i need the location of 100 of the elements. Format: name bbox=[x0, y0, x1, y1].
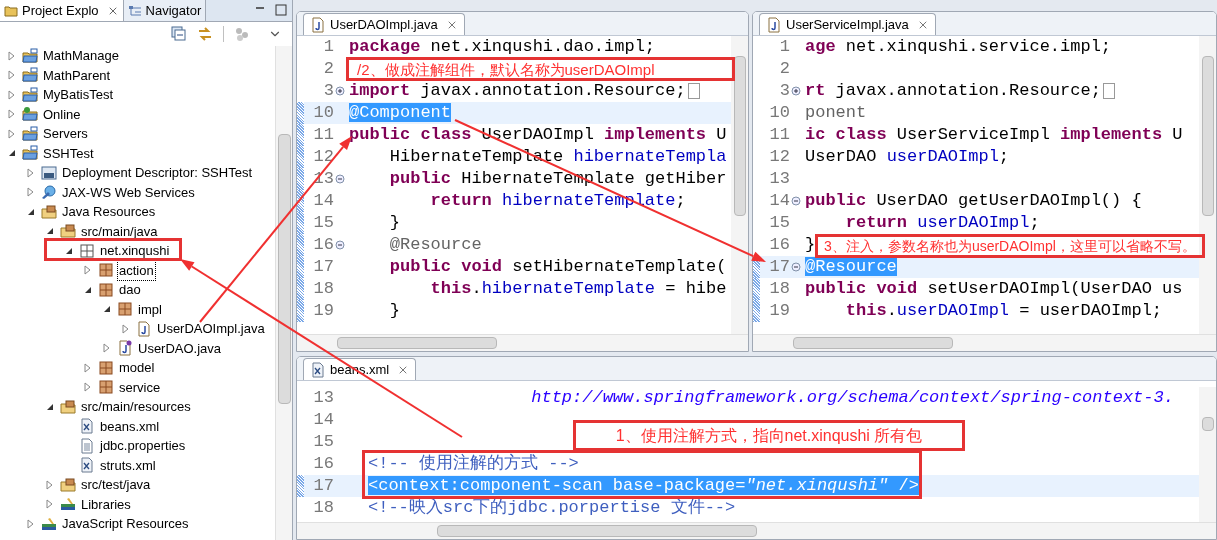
collapse-all-icon[interactable] bbox=[171, 26, 187, 42]
editor-tab[interactable]: UserServiceImpl.java bbox=[759, 13, 936, 35]
tree-item[interactable]: SSHTest bbox=[42, 143, 95, 163]
source-folder-icon bbox=[60, 398, 76, 415]
filter-icon[interactable] bbox=[234, 26, 250, 42]
java-file-icon bbox=[310, 16, 326, 33]
project-folder-icon bbox=[22, 67, 38, 84]
tree-item[interactable]: MathManage bbox=[42, 46, 120, 66]
tab-label: Navigator bbox=[145, 1, 202, 20]
folded-code-icon[interactable] bbox=[687, 83, 700, 99]
line-number: 1 bbox=[778, 36, 790, 59]
tree-item[interactable]: struts.xml bbox=[99, 455, 157, 475]
line-number: 17 bbox=[312, 256, 334, 279]
text-file-icon bbox=[79, 437, 95, 454]
line-number: 2 bbox=[322, 58, 334, 81]
code-line: package net.xinqushi.dao.impl; bbox=[348, 36, 656, 59]
minus-icon[interactable] bbox=[335, 240, 345, 250]
folder-icon bbox=[4, 3, 18, 18]
java-file-icon bbox=[766, 16, 782, 33]
code-line: this.userDAOImpl = userDAOImpl; bbox=[844, 300, 1163, 323]
source-folder-icon bbox=[60, 476, 76, 493]
line-number: 19 bbox=[312, 300, 334, 323]
line-number: 16 bbox=[312, 453, 334, 476]
tree-item[interactable]: dao bbox=[118, 280, 142, 300]
line-number: 14 bbox=[312, 190, 334, 213]
panel-tab[interactable]: Project Explo bbox=[0, 0, 124, 21]
line-number: 15 bbox=[312, 212, 334, 235]
code-line: @Resource bbox=[388, 234, 482, 257]
line-number: 13 bbox=[768, 168, 790, 191]
line-number: 10 bbox=[768, 102, 790, 125]
tab-label: Project Explo bbox=[22, 1, 99, 20]
scrollbar[interactable] bbox=[275, 46, 292, 540]
books-icon bbox=[60, 496, 76, 513]
code-line: UserDAO userDAOImpl; bbox=[804, 146, 1010, 169]
tree-item[interactable]: UserDAO.java bbox=[137, 338, 223, 358]
callout: 3、注入，参数名称也为userDAOImpl，这里可以省略不写。 bbox=[815, 234, 1205, 258]
minus-icon[interactable] bbox=[791, 262, 801, 272]
code-line: <!--映入src下的jdbc.porpertise 文件--> bbox=[367, 497, 736, 520]
tree-item[interactable]: MyBatisTest bbox=[42, 85, 115, 105]
plus-icon[interactable] bbox=[335, 86, 345, 96]
line-number: 17 bbox=[312, 475, 334, 498]
tree-item[interactable]: Libraries bbox=[80, 494, 132, 514]
tree-item[interactable]: UserDAOImpl.java bbox=[156, 319, 266, 339]
line-number: 18 bbox=[768, 278, 790, 301]
tree-item[interactable]: jdbc.properties bbox=[99, 436, 187, 456]
package-icon bbox=[98, 379, 114, 396]
project-folder-icon bbox=[22, 145, 38, 162]
editor-tab[interactable]: UserDAOImpl.java bbox=[303, 13, 465, 35]
scrollbar[interactable] bbox=[753, 334, 1216, 351]
scrollbar[interactable] bbox=[297, 522, 1216, 539]
minus-icon[interactable] bbox=[791, 196, 801, 206]
books-icon bbox=[41, 515, 57, 532]
plus-icon[interactable] bbox=[791, 86, 801, 96]
tree-item[interactable]: service bbox=[118, 377, 162, 397]
tree-item[interactable]: Java Resources bbox=[61, 202, 157, 222]
link-editor-icon[interactable] bbox=[197, 26, 213, 42]
code-line: age net.xinqushi.service.impl; bbox=[804, 36, 1112, 59]
code-line: public class UserDAOImpl implements U bbox=[348, 124, 727, 147]
scrollbar[interactable] bbox=[731, 36, 748, 334]
line-number: 16 bbox=[768, 234, 790, 257]
xml-file-icon bbox=[79, 457, 95, 474]
code-line: } bbox=[804, 234, 816, 257]
scrollbar[interactable] bbox=[1199, 387, 1216, 522]
tree-item[interactable]: model bbox=[118, 358, 156, 378]
panel-tab[interactable]: Navigator bbox=[123, 0, 207, 21]
scrollbar[interactable] bbox=[1199, 36, 1216, 334]
tree-item[interactable]: Servers bbox=[42, 124, 89, 144]
tree-item[interactable]: Online bbox=[42, 104, 82, 124]
navigator-icon bbox=[127, 3, 142, 18]
tree-item[interactable]: beans.xml bbox=[99, 416, 161, 436]
tree-item[interactable]: impl bbox=[137, 299, 163, 319]
line-number: 11 bbox=[768, 124, 790, 147]
tab-label: UserDAOImpl.java bbox=[330, 15, 438, 34]
tree-item[interactable]: JAX-WS Web Services bbox=[61, 182, 196, 202]
line-number: 14 bbox=[768, 190, 790, 213]
code-line: this.hibernateTemplate = hibe bbox=[429, 278, 727, 301]
tree-item[interactable]: src/main/java bbox=[80, 221, 159, 241]
code-line: public void setUserDAOImpl(UserDAO us bbox=[804, 278, 1183, 301]
code-line: return userDAOImpl; bbox=[844, 212, 1040, 235]
scrollbar[interactable] bbox=[297, 334, 748, 351]
tree-item[interactable]: net.xinqushi bbox=[99, 241, 171, 261]
tab-label: UserServiceImpl.java bbox=[786, 15, 909, 34]
package-icon bbox=[98, 359, 114, 376]
folded-code-icon[interactable] bbox=[1102, 83, 1115, 99]
tree-item[interactable]: src/main/resources bbox=[80, 397, 192, 417]
java-file-icon bbox=[117, 340, 133, 357]
code-line: public void setHibernateTemplate( bbox=[388, 256, 727, 279]
tree-item[interactable]: action bbox=[118, 260, 155, 280]
code-line: http://www.springframework.org/schema/context/spring-context-3. bbox=[530, 387, 1174, 410]
tree-item[interactable]: MathParent bbox=[42, 65, 112, 85]
tree-item[interactable]: Deployment Descriptor: SSHTest bbox=[61, 163, 253, 183]
tree-item[interactable]: JavaScript Resources bbox=[61, 514, 190, 534]
code-line: } bbox=[388, 212, 400, 235]
minus-icon[interactable] bbox=[335, 174, 345, 184]
line-number: 1 bbox=[322, 36, 334, 59]
tree-item[interactable]: src/test/java bbox=[80, 475, 152, 495]
line-number: 15 bbox=[768, 212, 790, 235]
line-number: 18 bbox=[312, 278, 334, 301]
code-line: import javax.annotation.Resource; bbox=[348, 80, 686, 103]
code-line: public UserDAO getUserDAOImpl() { bbox=[804, 190, 1142, 213]
